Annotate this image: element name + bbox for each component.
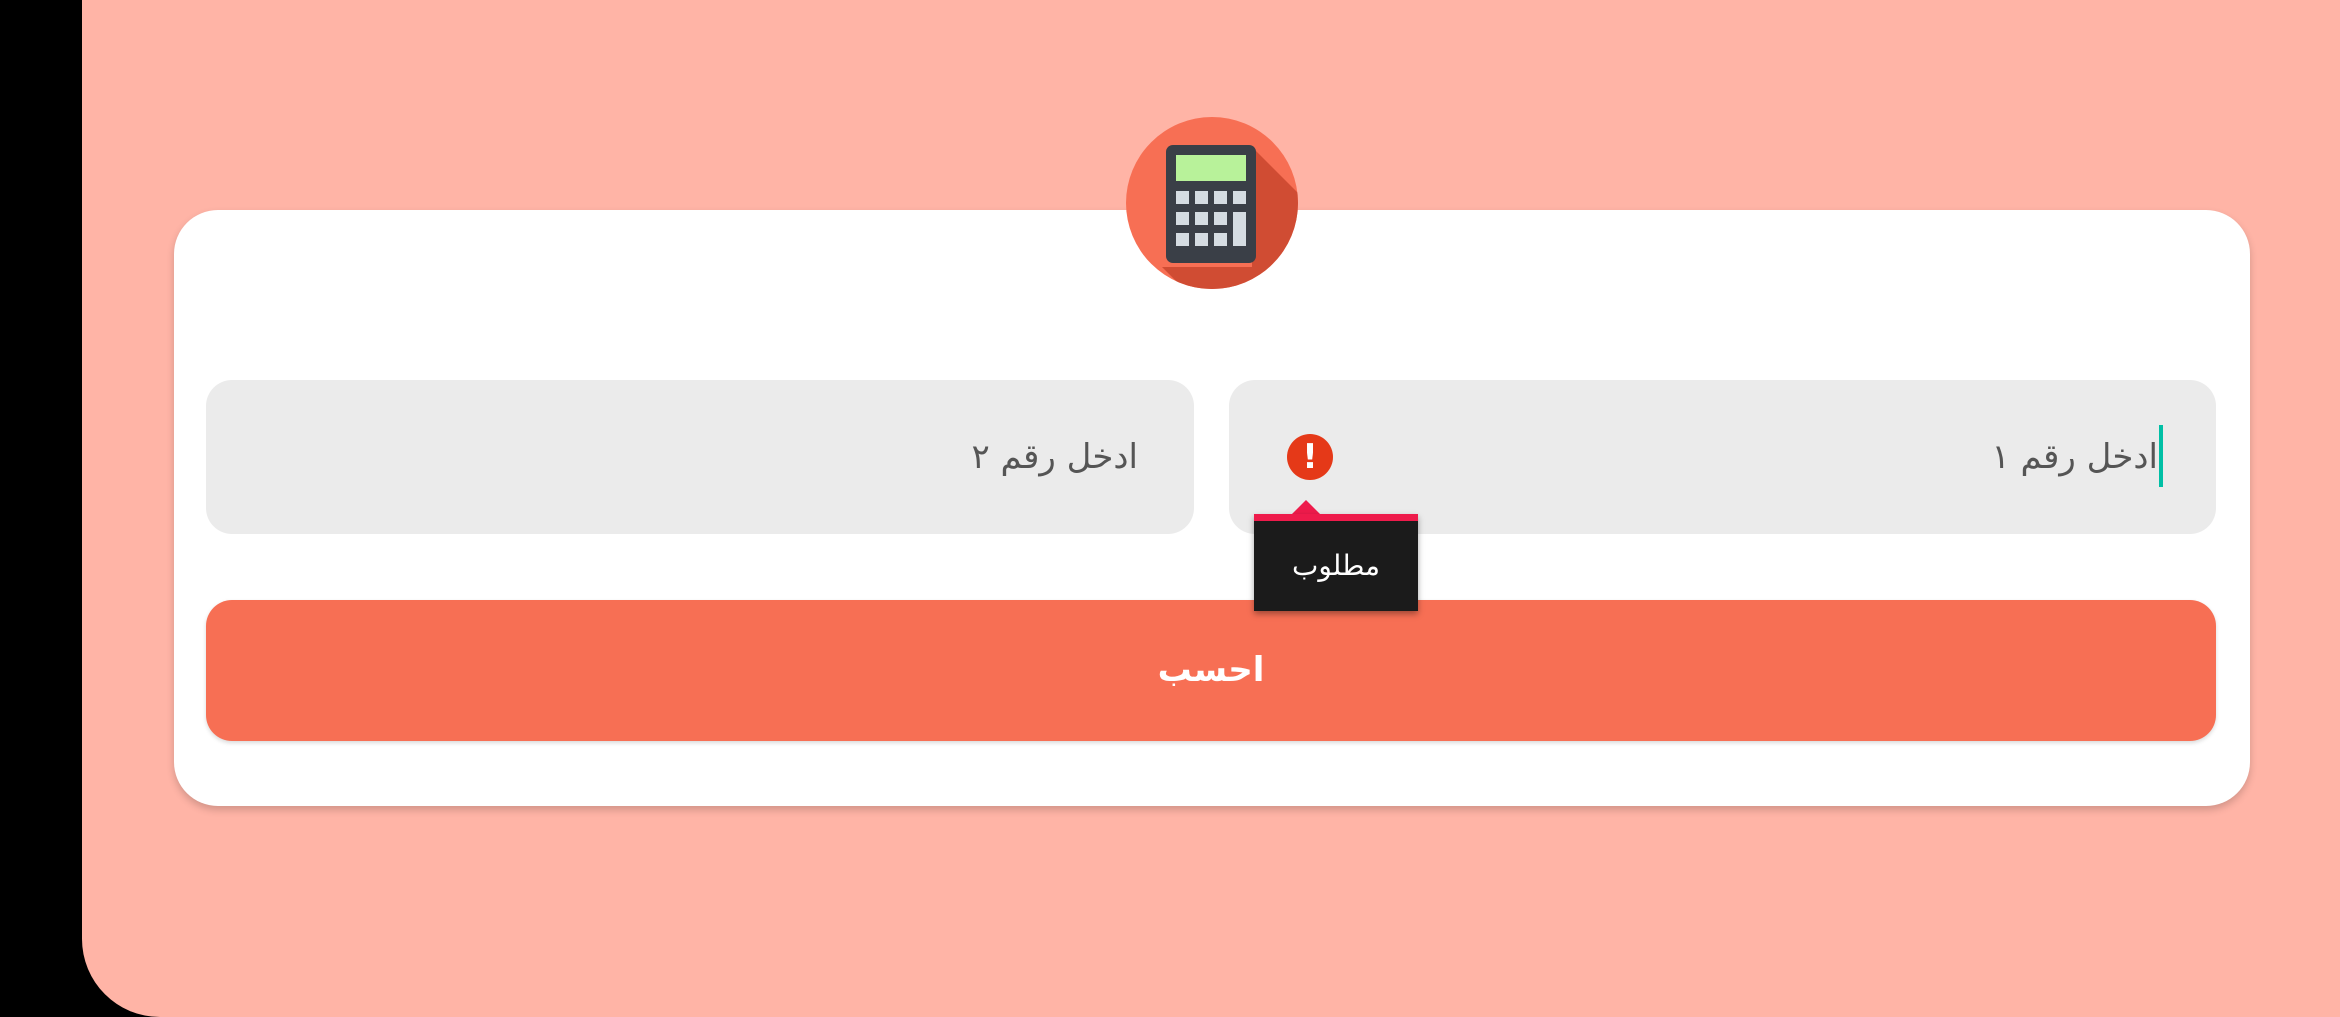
number1-placeholder: ادخل رقم ١ [1991,437,2158,477]
number1-input[interactable]: ادخل رقم ١ ! [1229,380,2216,534]
text-cursor [2159,425,2163,487]
number2-placeholder: ادخل رقم ٢ [971,437,1138,477]
error-icon[interactable]: ! [1287,434,1333,480]
number2-input[interactable]: ادخل رقم ٢ [206,380,1194,534]
calculator-icon [1126,117,1298,289]
error-tooltip-text: مطلوب [1291,549,1381,582]
calculate-button[interactable]: احسب [206,600,2216,741]
error-tooltip: مطلوب [1254,514,1418,611]
